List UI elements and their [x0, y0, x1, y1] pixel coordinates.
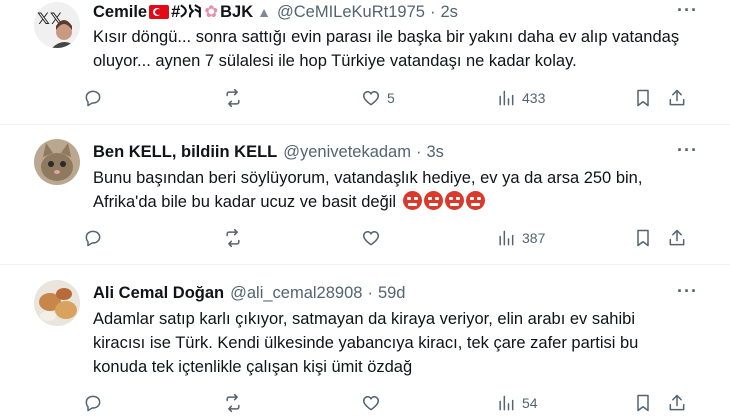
tweet-actions: 54: [83, 393, 698, 417]
timestamp[interactable]: 59d: [378, 283, 406, 303]
share-icon: [669, 89, 685, 106]
retweet-button[interactable]: [223, 228, 249, 248]
heart-icon: [362, 231, 380, 246]
avatar-image: 𝕏𝕏: [34, 2, 80, 48]
tweet-text-line: Afrika'da bile bu kadar ucuz ve basit de…: [93, 190, 703, 214]
eagle-icon: ▲: [257, 4, 272, 20]
angry-face-icon: [444, 191, 464, 210]
display-name[interactable]: Cemile #𐰚𐰆𐰣 ✿ BJK ▲: [93, 2, 271, 22]
separator-dot: ·: [367, 284, 373, 302]
tweet-header: Cemile #𐰚𐰆𐰣 ✿ BJK ▲ @CeMILeKuRt1975 · 2s: [93, 2, 458, 22]
views-icon: [499, 395, 514, 411]
like-button[interactable]: 5: [361, 88, 395, 108]
angry-face-icon: [423, 191, 443, 210]
share-icon: [669, 229, 685, 246]
avatar[interactable]: [34, 280, 80, 326]
tweet-3[interactable]: Ali Cemal Doğan @ali_cemal28908 · 59d ··…: [0, 265, 730, 420]
more-options-icon[interactable]: ···: [677, 281, 698, 302]
user-handle[interactable]: @yenivetekadam: [283, 142, 411, 162]
like-button[interactable]: [361, 393, 387, 413]
avatar-image: [34, 280, 80, 326]
separator-dot: ·: [415, 143, 422, 161]
retweet-icon: [226, 393, 240, 413]
share-button[interactable]: [667, 393, 687, 413]
avatar[interactable]: 𝕏𝕏: [34, 2, 80, 48]
more-options-icon[interactable]: ···: [677, 0, 698, 21]
views-button[interactable]: 433: [496, 88, 545, 108]
display-name[interactable]: Ali Cemal Doğan: [93, 283, 224, 303]
views-button[interactable]: 387: [496, 228, 545, 248]
tweet-text: Bunu başından beri söylüyorum, vatandaşl…: [93, 166, 703, 214]
tweet-header: Ben KELL, bildiin KELL @yenivetekadam · …: [93, 142, 444, 162]
bookmark-button[interactable]: [633, 88, 653, 108]
avatar-image: [34, 139, 80, 185]
tweet-1[interactable]: 𝕏𝕏 Cemile #𐰚𐰆𐰣 ✿ BJK ▲ @CeMILeKuRt1975 · 2s …: [0, 0, 730, 124]
views-icon: [499, 90, 514, 106]
tweet-text: Kısır döngü... sonra sattığı evin parası…: [93, 28, 680, 70]
retweet-button[interactable]: [223, 88, 249, 108]
user-handle[interactable]: @CeMILeKuRt1975: [277, 2, 425, 22]
bookmark-icon: [637, 229, 649, 247]
bookmark-icon: [637, 89, 649, 107]
retweet-icon: [226, 228, 240, 248]
turkey-flag-icon: [149, 5, 170, 19]
heart-icon: [362, 91, 380, 106]
share-button[interactable]: [667, 88, 687, 108]
bookmark-button[interactable]: [633, 228, 653, 248]
share-button[interactable]: [667, 228, 687, 248]
angry-face-icon: [465, 191, 485, 210]
reply-icon: [85, 230, 101, 247]
separator-dot: ·: [429, 3, 436, 21]
more-options-icon[interactable]: ···: [677, 140, 698, 161]
reply-icon: [85, 395, 101, 412]
views-icon: [499, 230, 514, 246]
bookmark-button[interactable]: [633, 393, 653, 413]
retweet-icon: [226, 88, 240, 108]
tweet-text-line: Bunu başından beri söylüyorum, vatandaşl…: [93, 169, 643, 187]
tweet-actions: 387: [83, 228, 698, 252]
timestamp[interactable]: 2s: [440, 2, 457, 22]
timestamp[interactable]: 3s: [426, 142, 443, 162]
tweet-2[interactable]: Ben KELL, bildiin KELL @yenivetekadam · …: [0, 125, 730, 264]
views-button[interactable]: 54: [496, 393, 538, 413]
like-button[interactable]: [361, 228, 387, 248]
user-handle[interactable]: @ali_cemal28908: [230, 283, 362, 303]
bookmark-icon: [637, 394, 649, 412]
share-icon: [669, 394, 685, 411]
reply-icon: [85, 90, 101, 107]
tweet-actions: 5 433: [83, 88, 698, 112]
tweet-text: Adamlar satıp karlı çıkıyor, satmayan da…: [93, 310, 639, 376]
reply-button[interactable]: [83, 228, 109, 248]
flower-icon: ✿: [204, 3, 219, 21]
avatar[interactable]: [34, 139, 80, 185]
angry-face-icon: [402, 191, 422, 210]
display-name[interactable]: Ben KELL, bildiin KELL: [93, 142, 277, 162]
tweet-header: Ali Cemal Doğan @ali_cemal28908 · 59d: [93, 283, 405, 303]
reply-button[interactable]: [83, 88, 109, 108]
reply-button[interactable]: [83, 393, 109, 413]
heart-icon: [362, 396, 380, 411]
retweet-button[interactable]: [223, 393, 249, 413]
